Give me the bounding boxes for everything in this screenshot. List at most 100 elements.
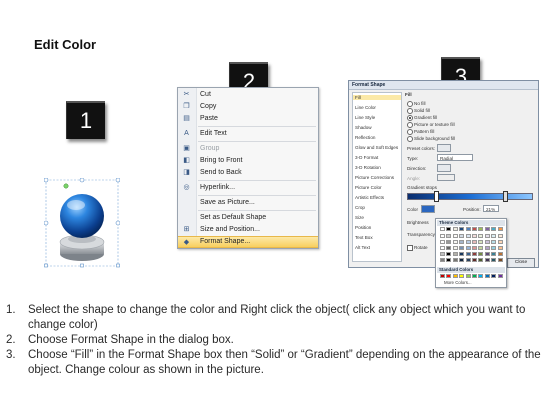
color-swatch[interactable] bbox=[440, 240, 445, 244]
nav-picture-color[interactable]: Picture Color bbox=[355, 185, 382, 190]
color-swatch[interactable] bbox=[497, 234, 503, 238]
color-swatch[interactable] bbox=[472, 258, 477, 262]
color-swatch[interactable] bbox=[452, 252, 458, 256]
color-swatch[interactable] bbox=[452, 234, 458, 238]
radio-no-fill[interactable]: No fill bbox=[407, 101, 426, 107]
close-button[interactable]: Close bbox=[507, 258, 535, 268]
color-swatch[interactable] bbox=[478, 227, 484, 231]
menu-item-cut[interactable]: ✂ Cut bbox=[178, 89, 318, 101]
color-swatch[interactable] bbox=[472, 252, 477, 256]
color-swatch[interactable] bbox=[446, 240, 452, 244]
color-swatch[interactable] bbox=[491, 227, 497, 231]
nav-glow[interactable]: Glow and Soft Edges bbox=[355, 145, 398, 150]
color-swatch[interactable] bbox=[478, 252, 484, 256]
color-swatch[interactable] bbox=[497, 258, 503, 262]
color-swatch[interactable] bbox=[459, 246, 465, 250]
color-swatch[interactable] bbox=[465, 227, 471, 231]
nav-reflection[interactable]: Reflection bbox=[355, 135, 375, 140]
color-swatch[interactable] bbox=[446, 234, 452, 238]
color-picker-button[interactable] bbox=[421, 205, 435, 213]
nav-crop[interactable]: Crop bbox=[355, 205, 365, 210]
standard-color-swatch[interactable] bbox=[497, 274, 503, 278]
color-swatch[interactable] bbox=[484, 252, 490, 256]
color-swatch[interactable] bbox=[452, 240, 458, 244]
menu-item-bring-to-front[interactable]: ◧ Bring to Front bbox=[178, 155, 318, 167]
menu-item-size-and-position[interactable]: ⊞ Size and Position... bbox=[178, 224, 318, 236]
menu-item-set-default-shape[interactable]: Set as Default Shape bbox=[178, 212, 318, 224]
rotate-checkbox[interactable]: Rotate bbox=[407, 245, 428, 251]
color-swatch[interactable] bbox=[459, 252, 465, 256]
color-swatch[interactable] bbox=[446, 258, 452, 262]
color-swatch[interactable] bbox=[440, 234, 445, 238]
color-swatch[interactable] bbox=[472, 227, 477, 231]
radio-pattern-fill[interactable]: Pattern fill bbox=[407, 129, 434, 135]
color-swatch[interactable] bbox=[491, 258, 497, 262]
type-select[interactable]: Radial bbox=[437, 154, 473, 161]
gradient-stop-handle[interactable] bbox=[434, 191, 439, 202]
direction-dropdown[interactable] bbox=[437, 164, 451, 172]
color-swatch[interactable] bbox=[452, 258, 458, 262]
nav-3d-format[interactable]: 3-D Format bbox=[355, 155, 378, 160]
color-swatch[interactable] bbox=[452, 227, 458, 231]
color-swatch[interactable] bbox=[497, 252, 503, 256]
nav-line-color[interactable]: Line Color bbox=[355, 105, 376, 110]
gradient-stop-handle[interactable] bbox=[503, 191, 508, 202]
radio-gradient-fill[interactable]: Gradient fill bbox=[407, 115, 437, 121]
nav-fill[interactable]: Fill bbox=[353, 95, 401, 100]
color-swatch[interactable] bbox=[491, 234, 497, 238]
nav-picture-corrections[interactable]: Picture Corrections bbox=[355, 175, 394, 180]
color-swatch[interactable] bbox=[446, 227, 452, 231]
color-swatch[interactable] bbox=[491, 246, 497, 250]
standard-color-swatch[interactable] bbox=[478, 274, 484, 278]
color-swatch[interactable] bbox=[465, 246, 471, 250]
color-swatch[interactable] bbox=[440, 252, 445, 256]
menu-item-format-shape[interactable]: ◆ Format Shape... bbox=[178, 236, 318, 248]
nav-text-box[interactable]: Text Box bbox=[355, 235, 373, 240]
color-swatch[interactable] bbox=[497, 227, 503, 231]
radio-solid-fill[interactable]: Solid fill bbox=[407, 108, 430, 114]
menu-item-edit-text[interactable]: A Edit Text bbox=[178, 128, 318, 140]
color-swatch[interactable] bbox=[484, 240, 490, 244]
nav-3d-rotation[interactable]: 3-D Rotation bbox=[355, 165, 381, 170]
nav-line-style[interactable]: Line Style bbox=[355, 115, 375, 120]
color-swatch[interactable] bbox=[465, 240, 471, 244]
more-colors-link[interactable]: More Colors... bbox=[444, 280, 472, 285]
position-field[interactable]: 21% bbox=[483, 205, 499, 212]
color-swatch[interactable] bbox=[497, 246, 503, 250]
color-swatch[interactable] bbox=[459, 227, 465, 231]
radio-picture-fill[interactable]: Picture or texture fill bbox=[407, 122, 455, 128]
color-swatch[interactable] bbox=[472, 246, 477, 250]
nav-alt-text[interactable]: Alt Text bbox=[355, 245, 370, 250]
standard-color-swatch[interactable] bbox=[484, 274, 490, 278]
menu-item-paste[interactable]: ▤ Paste bbox=[178, 113, 318, 125]
menu-item-save-as-picture[interactable]: Save as Picture... bbox=[178, 197, 318, 209]
color-swatch[interactable] bbox=[440, 258, 445, 262]
color-swatch[interactable] bbox=[491, 252, 497, 256]
color-swatch[interactable] bbox=[478, 234, 484, 238]
menu-item-send-to-back[interactable]: ◨ Send to Back bbox=[178, 167, 318, 179]
standard-color-swatch[interactable] bbox=[446, 274, 452, 278]
color-swatch[interactable] bbox=[459, 240, 465, 244]
standard-color-swatch[interactable] bbox=[472, 274, 477, 278]
color-swatch[interactable] bbox=[459, 234, 465, 238]
nav-shadow[interactable]: Shadow bbox=[355, 125, 372, 130]
color-swatch[interactable] bbox=[478, 258, 484, 262]
color-swatch[interactable] bbox=[484, 246, 490, 250]
color-swatch[interactable] bbox=[478, 246, 484, 250]
color-swatch[interactable] bbox=[465, 258, 471, 262]
color-swatch[interactable] bbox=[484, 234, 490, 238]
color-swatch[interactable] bbox=[440, 227, 445, 231]
color-swatch[interactable] bbox=[440, 246, 445, 250]
menu-item-hyperlink[interactable]: ◎ Hyperlink... bbox=[178, 182, 318, 194]
nav-size[interactable]: Size bbox=[355, 215, 364, 220]
color-swatch[interactable] bbox=[465, 234, 471, 238]
standard-color-swatch[interactable] bbox=[440, 274, 445, 278]
color-swatch[interactable] bbox=[484, 227, 490, 231]
color-swatch[interactable] bbox=[484, 258, 490, 262]
selected-shape[interactable] bbox=[43, 177, 121, 270]
radio-slide-background-fill[interactable]: Slide background fill bbox=[407, 136, 455, 142]
color-swatch[interactable] bbox=[491, 240, 497, 244]
menu-item-copy[interactable]: ❐ Copy bbox=[178, 101, 318, 113]
standard-color-swatch[interactable] bbox=[459, 274, 465, 278]
standard-color-swatch[interactable] bbox=[491, 274, 497, 278]
